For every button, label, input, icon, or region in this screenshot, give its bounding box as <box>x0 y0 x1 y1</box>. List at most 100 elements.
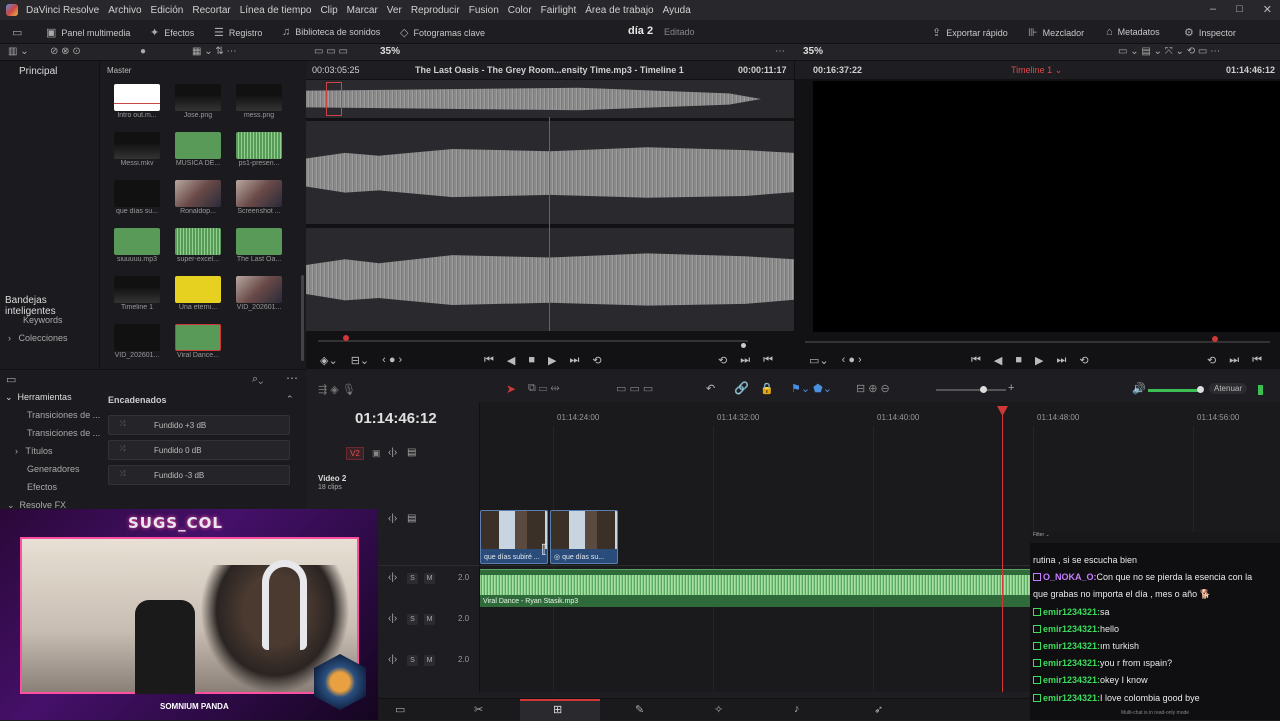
volume-knob[interactable] <box>1197 386 1204 393</box>
media-thumbnail[interactable] <box>114 132 160 159</box>
media-thumbnail[interactable] <box>114 276 160 303</box>
program-scrubber[interactable] <box>805 341 1270 343</box>
media-thumbnail[interactable] <box>114 180 160 207</box>
panel-layout-icon[interactable]: ▥ ⌄ <box>8 46 29 57</box>
pgm-go-start-icon[interactable]: ⏮ <box>971 354 981 367</box>
timeline-timecode[interactable]: 01:14:46:12 <box>355 410 437 427</box>
track-a3-mute[interactable]: M <box>424 655 435 666</box>
menu-clip[interactable]: Clip <box>320 5 337 16</box>
media-thumbnail[interactable] <box>236 180 282 207</box>
track-a1-mute[interactable]: M <box>424 573 435 584</box>
insert-icon[interactable]: ⊟⌄ <box>351 354 369 367</box>
timeline-playhead[interactable] <box>1002 410 1003 692</box>
snap-icon[interactable]: ↶ <box>706 382 715 395</box>
menu-linea-tiempo[interactable]: Línea de tiempo <box>240 5 312 16</box>
zoom-slider[interactable] <box>936 389 1006 391</box>
menu-edicion[interactable]: Edición <box>151 5 184 16</box>
metadata-button[interactable]: ⌂ Metadatos <box>1106 26 1160 38</box>
effects-search-icon[interactable]: ⌕⌄ <box>252 373 263 386</box>
page-fairlight-icon[interactable]: ♪ <box>794 703 800 715</box>
track-v1-autoselect-icon[interactable]: ‹|› <box>388 513 397 524</box>
page-edit-icon[interactable]: ⊞ <box>553 703 562 716</box>
match-frame-icon[interactable]: ⟲ <box>718 354 727 367</box>
source-out-marker[interactable] <box>741 343 746 348</box>
media-thumbnail[interactable] <box>175 180 221 207</box>
media-thumbnail[interactable] <box>114 84 160 111</box>
media-thumbnail[interactable] <box>236 276 282 303</box>
attenuate-button[interactable]: Atenuar <box>1209 383 1248 394</box>
page-deliver-icon[interactable]: ➶ <box>874 703 883 716</box>
menu-fusion[interactable]: Fusion <box>469 5 499 16</box>
video2-track-name[interactable]: Video 2 <box>318 474 346 483</box>
track-a1-autoselect-icon[interactable]: ‹|› <box>388 572 397 583</box>
bin-tools-icon[interactable]: ⊘ ⊗ ⊙ <box>50 46 81 57</box>
track-a3-solo[interactable]: S <box>407 655 418 666</box>
source-scrubber[interactable] <box>318 340 748 342</box>
page-fusion-icon[interactable]: ✎ <box>635 703 644 716</box>
size-slider[interactable]: ● <box>140 46 146 57</box>
media-thumbnail[interactable] <box>236 84 282 111</box>
pgm-mark-out-icon[interactable]: ⏮ <box>1252 354 1262 367</box>
timeline-selector[interactable]: Timeline 1 ⌄ <box>1011 65 1062 76</box>
bin-keywords[interactable]: Keywords <box>23 315 63 325</box>
viewer-options-icon[interactable]: ▭ ▭ ▭ <box>314 46 348 57</box>
menu-ayuda[interactable]: Ayuda <box>663 5 691 16</box>
transform-icon[interactable]: ▭⌄ <box>809 354 829 367</box>
program-playhead-marker[interactable] <box>1212 336 1218 342</box>
media-thumbnail[interactable] <box>175 324 221 351</box>
bin-master[interactable]: Principal <box>19 66 57 77</box>
audio-transitions[interactable]: Transiciones de ... <box>27 428 100 438</box>
link-icon[interactable]: 🔗 <box>734 381 749 395</box>
collapse-icon[interactable]: ⌃ <box>286 394 294 405</box>
zoom-slider-knob[interactable] <box>980 386 987 393</box>
video-clip[interactable]: que días subiré ... <box>480 510 548 564</box>
mixer-button[interactable]: ⊪ Mezclador <box>1028 26 1084 39</box>
pgm-match-frame-icon[interactable]: ⟲ <box>1207 354 1216 367</box>
minimize-icon[interactable]: – <box>1210 3 1216 16</box>
audio-clip[interactable]: Viral Dance - Ryan Stasik.mp3 <box>480 569 1030 607</box>
chat-filter[interactable]: Filter <box>1033 532 1044 538</box>
menu-ver[interactable]: Ver <box>387 5 402 16</box>
zoom-tools-icon[interactable]: ⊟ ⊕ ⊖ <box>856 382 890 395</box>
menu-archivo[interactable]: Archivo <box>108 5 141 16</box>
jog-icon[interactable]: ◈⌄ <box>320 354 338 367</box>
track-a1-solo[interactable]: S <box>407 573 418 584</box>
viewer-tools-icon[interactable]: ▭ ⌄ ▤ ⌄ ⤧ ⌄ ⟲ ▭ ⋯ <box>1118 46 1220 57</box>
effects-item[interactable]: Efectos <box>27 482 57 492</box>
track-a2-solo[interactable]: S <box>407 614 418 625</box>
toolbox-header[interactable]: ⌄ Herramientas <box>5 392 72 403</box>
menu-area-trabajo[interactable]: Área de trabajo <box>585 5 653 16</box>
close-icon[interactable]: ✕ <box>1263 3 1272 16</box>
media-thumbnail[interactable] <box>236 228 282 255</box>
program-video-frame[interactable] <box>813 81 1280 332</box>
track-autoselect-icon[interactable]: ‹|› <box>388 447 397 458</box>
timeline-view-options-icon[interactable]: ⇶ ◈ 🎙 <box>318 383 356 396</box>
effects-more-icon[interactable]: ⋯ <box>286 371 298 385</box>
pgm-mark-in-icon[interactable]: ⏭ <box>1229 354 1239 367</box>
loop-icon[interactable]: ⟲ <box>592 354 601 367</box>
media-thumbnail[interactable] <box>175 84 221 111</box>
media-pool-button[interactable]: ▣ Panel multimedia <box>46 26 130 39</box>
media-thumbnail[interactable] <box>114 228 160 255</box>
go-end-icon[interactable]: ⏭ <box>570 354 580 367</box>
page-color-icon[interactable]: ✧ <box>714 703 723 716</box>
effect-crossfade-minus3[interactable]: ⤨ Fundido -3 dB <box>108 465 290 485</box>
flag-icon[interactable]: ⚑⌄ ⬟⌄ <box>791 382 832 395</box>
reverse-icon[interactable]: ◀ <box>507 354 515 367</box>
mark-out-icon[interactable]: ⏮ <box>763 354 773 367</box>
generators-item[interactable]: Generadores <box>27 464 80 474</box>
index-button[interactable]: ☰ Registro <box>214 26 262 39</box>
zoom-in-icon[interactable]: + <box>1008 382 1014 394</box>
source-zoom[interactable]: 35% <box>380 46 400 57</box>
nudge-icon[interactable]: ‹ ● › <box>382 354 402 367</box>
grid-view-icon[interactable]: ▦ ⌄ ⇅ ⋯ <box>192 46 237 57</box>
track-a3-autoselect-icon[interactable]: ‹|› <box>388 654 397 665</box>
menu-reproducir[interactable]: Reproducir <box>411 5 460 16</box>
pool-scrollbar[interactable] <box>301 275 304 361</box>
menu-fairlight[interactable]: Fairlight <box>541 5 577 16</box>
maximize-icon[interactable]: □ <box>1236 3 1243 16</box>
media-thumbnail[interactable] <box>236 132 282 159</box>
titles-item[interactable]: › Títulos <box>15 446 53 456</box>
page-cut-icon[interactable]: ✂ <box>474 703 483 716</box>
media-thumbnail[interactable] <box>114 324 160 351</box>
